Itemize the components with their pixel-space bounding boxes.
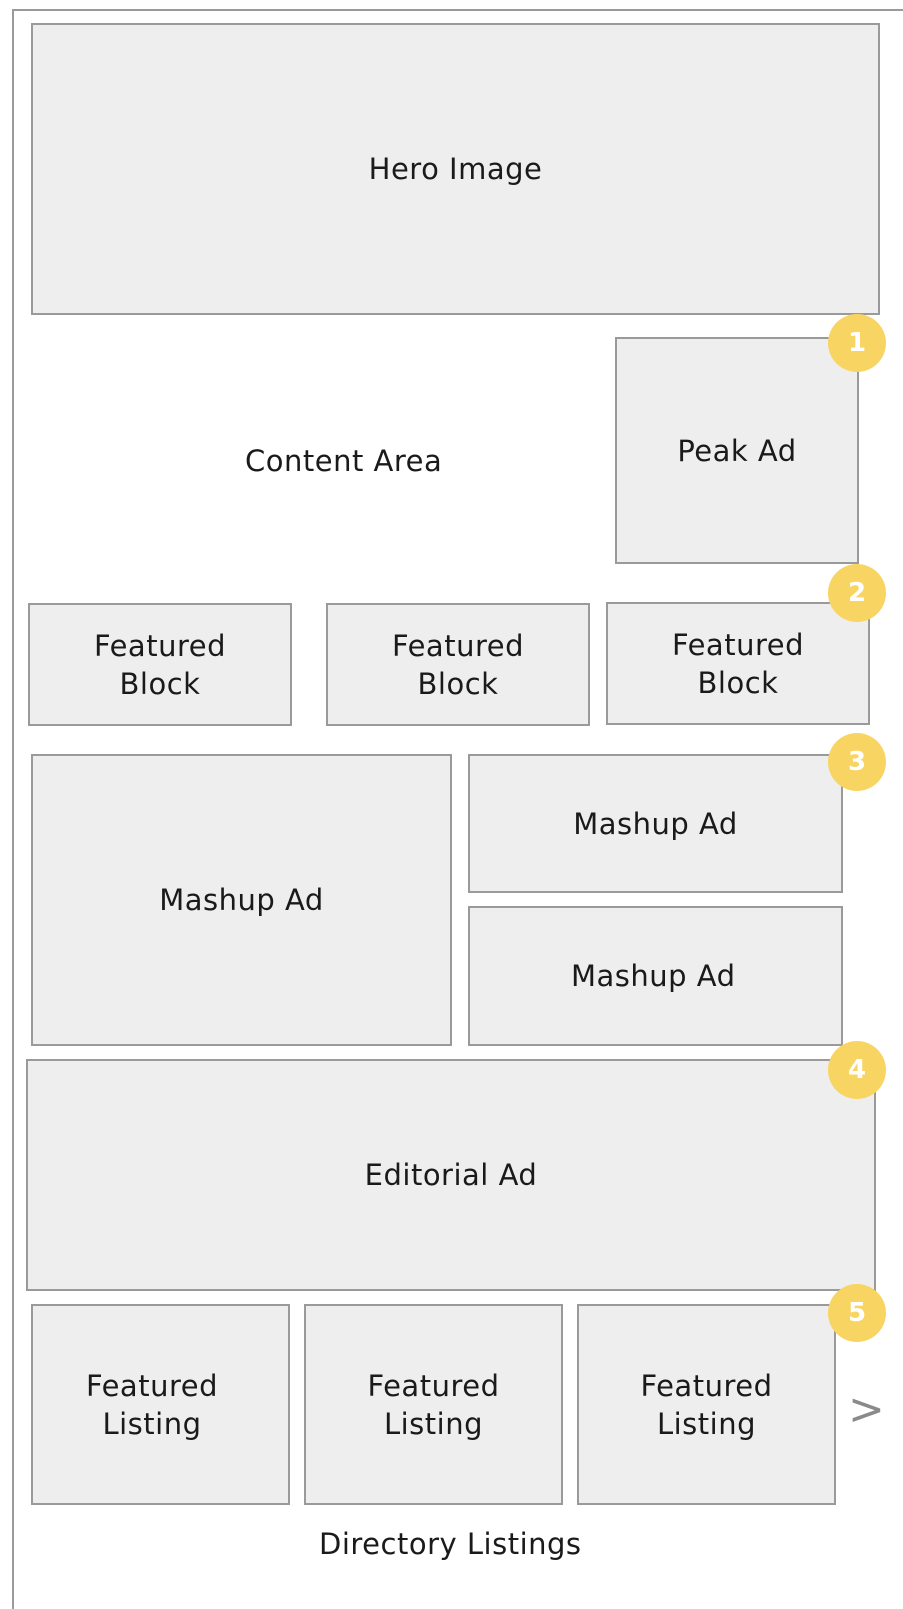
badge-3: 3 xyxy=(828,733,886,791)
mashup-ad-label: Mashup Ad xyxy=(159,883,324,917)
hero-image: Hero Image xyxy=(31,23,880,315)
featured-block: Featured Block xyxy=(606,602,870,725)
featured-listing: Featured Listing xyxy=(304,1304,563,1505)
featured-block-label: Featured Block xyxy=(392,628,524,701)
badge-1: 1 xyxy=(828,314,886,372)
featured-block: Featured Block xyxy=(28,603,292,726)
featured-block-label: Featured Block xyxy=(94,628,226,701)
editorial-ad-label: Editorial Ad xyxy=(364,1158,538,1192)
featured-listing-label: Featured Listing xyxy=(640,1368,773,1441)
content-area-label: Content Area xyxy=(245,444,443,478)
peak-ad: Peak Ad xyxy=(615,337,859,564)
mashup-ad-large: Mashup Ad xyxy=(31,754,452,1046)
badge-5: 5 xyxy=(828,1284,886,1342)
badge-4: 4 xyxy=(828,1041,886,1099)
featured-block: Featured Block xyxy=(326,603,590,726)
hero-image-label: Hero Image xyxy=(368,152,543,186)
badge-2: 2 xyxy=(828,564,886,622)
directory-listings-label: Directory Listings xyxy=(319,1527,582,1561)
next-arrow-icon[interactable]: > xyxy=(848,1388,885,1432)
mashup-ad-label: Mashup Ad xyxy=(573,806,738,841)
featured-block-label: Featured Block xyxy=(672,627,804,700)
mashup-ad-label: Mashup Ad xyxy=(571,959,736,993)
mashup-ad-bottom: Mashup Ad xyxy=(468,906,843,1046)
mashup-ad-top: Mashup Ad xyxy=(468,754,843,893)
peak-ad-label: Peak Ad xyxy=(677,433,797,468)
featured-listing-label: Featured Listing xyxy=(86,1368,218,1441)
editorial-ad: Editorial Ad xyxy=(26,1059,876,1291)
featured-listing: Featured Listing xyxy=(31,1304,290,1505)
featured-listing-label: Featured Listing xyxy=(367,1368,500,1441)
featured-listing: Featured Listing xyxy=(577,1304,836,1505)
